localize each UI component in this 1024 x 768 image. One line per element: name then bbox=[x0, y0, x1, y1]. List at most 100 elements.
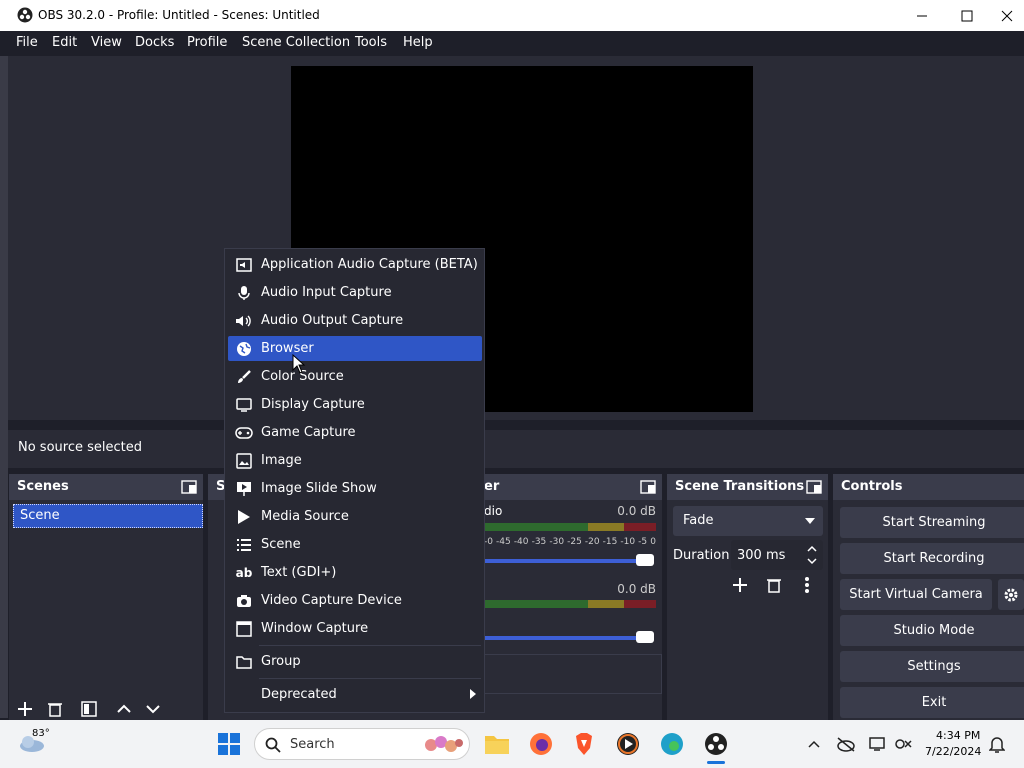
maximize-button[interactable] bbox=[944, 0, 990, 31]
menu-help[interactable]: Help bbox=[403, 35, 433, 50]
mixer-channel-level: 0.0 dB bbox=[617, 582, 656, 596]
studio-mode-button[interactable]: Studio Mode bbox=[840, 615, 1024, 646]
meter-red bbox=[624, 523, 656, 531]
display-tray-icon[interactable] bbox=[864, 730, 892, 758]
spin-arrows-icon[interactable] bbox=[807, 544, 817, 566]
controls-dock-header: Controls bbox=[833, 474, 1024, 500]
volume-slider-track[interactable] bbox=[484, 559, 646, 563]
menu-item-application-audio-capture[interactable]: Application Audio Capture (BETA) bbox=[228, 252, 482, 277]
duration-label: Duration bbox=[673, 548, 730, 563]
menu-item-group[interactable]: Group bbox=[228, 649, 482, 674]
remove-transition-button[interactable] bbox=[762, 574, 786, 596]
transition-select[interactable]: Fade bbox=[673, 506, 823, 536]
edge-taskbar-icon[interactable] bbox=[658, 730, 686, 758]
add-transition-button[interactable] bbox=[728, 574, 752, 596]
transition-select-value: Fade bbox=[683, 513, 714, 528]
menu-item-image-slide-show[interactable]: Image Slide Show bbox=[228, 476, 482, 501]
gear-icon bbox=[1004, 588, 1018, 601]
plus-icon bbox=[18, 702, 32, 716]
weather-temp: 83° bbox=[32, 728, 50, 739]
menu-item-browser[interactable]: Browser bbox=[228, 336, 482, 361]
controls-dock: Controls Start Streaming Start Recording… bbox=[833, 474, 1024, 720]
move-scene-down-button[interactable] bbox=[141, 698, 165, 720]
menu-view[interactable]: View bbox=[91, 35, 122, 50]
menu-item-media-source[interactable]: Media Source bbox=[228, 504, 482, 529]
close-icon bbox=[1001, 10, 1013, 21]
settings-button[interactable]: Settings bbox=[840, 651, 1024, 682]
gamepad-icon bbox=[235, 426, 253, 439]
menu-item-image[interactable]: Image bbox=[228, 448, 482, 473]
speaker-icon bbox=[236, 315, 251, 326]
transition-properties-button[interactable] bbox=[795, 574, 819, 596]
menu-file[interactable]: File bbox=[16, 35, 38, 50]
exit-button[interactable]: Exit bbox=[840, 687, 1024, 718]
undock-icon[interactable] bbox=[181, 480, 197, 494]
brave-icon bbox=[576, 733, 592, 755]
remove-scene-button[interactable] bbox=[43, 698, 67, 720]
mouse-cursor-icon bbox=[292, 354, 306, 374]
windows-logo-icon bbox=[218, 733, 240, 755]
globe-icon bbox=[237, 341, 251, 356]
monitor-icon bbox=[869, 737, 885, 751]
chevron-up-icon bbox=[808, 740, 820, 748]
no-source-label: No source selected bbox=[18, 440, 142, 455]
duration-spinbox[interactable]: 300 ms bbox=[731, 540, 823, 570]
brave-taskbar-icon[interactable] bbox=[570, 730, 598, 758]
volume-slider-track[interactable] bbox=[484, 636, 646, 640]
minimize-icon bbox=[917, 15, 927, 16]
menu-item-color-source[interactable]: Color Source bbox=[228, 364, 482, 389]
plus-icon bbox=[733, 578, 747, 592]
microphone-icon bbox=[238, 285, 250, 300]
minimize-button[interactable] bbox=[899, 0, 945, 31]
obs-taskbar-icon[interactable] bbox=[702, 730, 730, 758]
start-streaming-button[interactable]: Start Streaming bbox=[840, 507, 1024, 538]
menu-item-text-gdi[interactable]: ab Text (GDI+) bbox=[228, 560, 482, 585]
add-scene-button[interactable] bbox=[13, 698, 37, 720]
move-scene-up-button[interactable] bbox=[112, 698, 136, 720]
menu-item-deprecated[interactable]: Deprecated bbox=[228, 682, 482, 707]
clock-date[interactable]: 7/22/2024 bbox=[925, 745, 981, 758]
network-tray-icon[interactable] bbox=[889, 730, 917, 758]
notifications-button[interactable] bbox=[983, 730, 1011, 758]
menu-edit[interactable]: Edit bbox=[52, 35, 77, 50]
file-explorer-taskbar-icon[interactable] bbox=[483, 730, 511, 758]
transitions-dock-header: Scene Transitions bbox=[667, 474, 828, 500]
menu-profile[interactable]: Profile bbox=[187, 35, 227, 50]
menu-item-window-capture[interactable]: Window Capture bbox=[228, 616, 482, 641]
virtual-camera-settings-button[interactable] bbox=[998, 579, 1024, 610]
menu-item-game-capture[interactable]: Game Capture bbox=[228, 420, 482, 445]
cloud-sync-tray-icon[interactable] bbox=[832, 730, 860, 758]
menu-scene-collection[interactable]: Scene Collection bbox=[242, 35, 350, 50]
scene-item-label: Scene bbox=[20, 508, 60, 523]
scene-list-item[interactable]: Scene bbox=[13, 504, 203, 528]
menu-item-audio-output-capture[interactable]: Audio Output Capture bbox=[228, 308, 482, 333]
volume-slider-handle[interactable] bbox=[636, 631, 654, 643]
camera-icon bbox=[237, 594, 251, 607]
start-recording-button[interactable]: Start Recording bbox=[840, 543, 1024, 574]
list-icon bbox=[237, 538, 251, 551]
app-audio-icon bbox=[236, 257, 252, 272]
menu-separator bbox=[259, 645, 481, 646]
start-virtual-camera-button[interactable]: Start Virtual Camera bbox=[840, 579, 992, 610]
close-button[interactable] bbox=[990, 0, 1024, 31]
undock-icon[interactable] bbox=[640, 480, 656, 494]
undock-icon[interactable] bbox=[806, 480, 822, 494]
media-player-taskbar-icon[interactable] bbox=[614, 730, 642, 758]
trash-icon bbox=[48, 703, 62, 717]
meter-scale: -0 -45 -40 -35 -30 -25 -20 -15 -10 -5 0 bbox=[484, 537, 656, 547]
menu-item-display-capture[interactable]: Display Capture bbox=[228, 392, 482, 417]
tray-overflow-button[interactable] bbox=[800, 730, 828, 758]
taskbar-search-box[interactable]: Search bbox=[254, 728, 470, 760]
menu-tools[interactable]: Tools bbox=[355, 35, 387, 50]
start-button[interactable] bbox=[215, 730, 243, 758]
menu-item-video-capture-device[interactable]: Video Capture Device bbox=[228, 588, 482, 613]
scene-filters-button[interactable] bbox=[77, 698, 101, 720]
chevron-down-icon bbox=[146, 705, 160, 714]
volume-slider-handle[interactable] bbox=[636, 554, 654, 566]
trash-icon bbox=[767, 579, 781, 593]
menu-item-scene[interactable]: Scene bbox=[228, 532, 482, 557]
clock-time[interactable]: 4:34 PM bbox=[936, 729, 980, 742]
firefox-taskbar-icon[interactable] bbox=[527, 730, 555, 758]
menu-docks[interactable]: Docks bbox=[135, 35, 174, 50]
menu-item-audio-input-capture[interactable]: Audio Input Capture bbox=[228, 280, 482, 305]
